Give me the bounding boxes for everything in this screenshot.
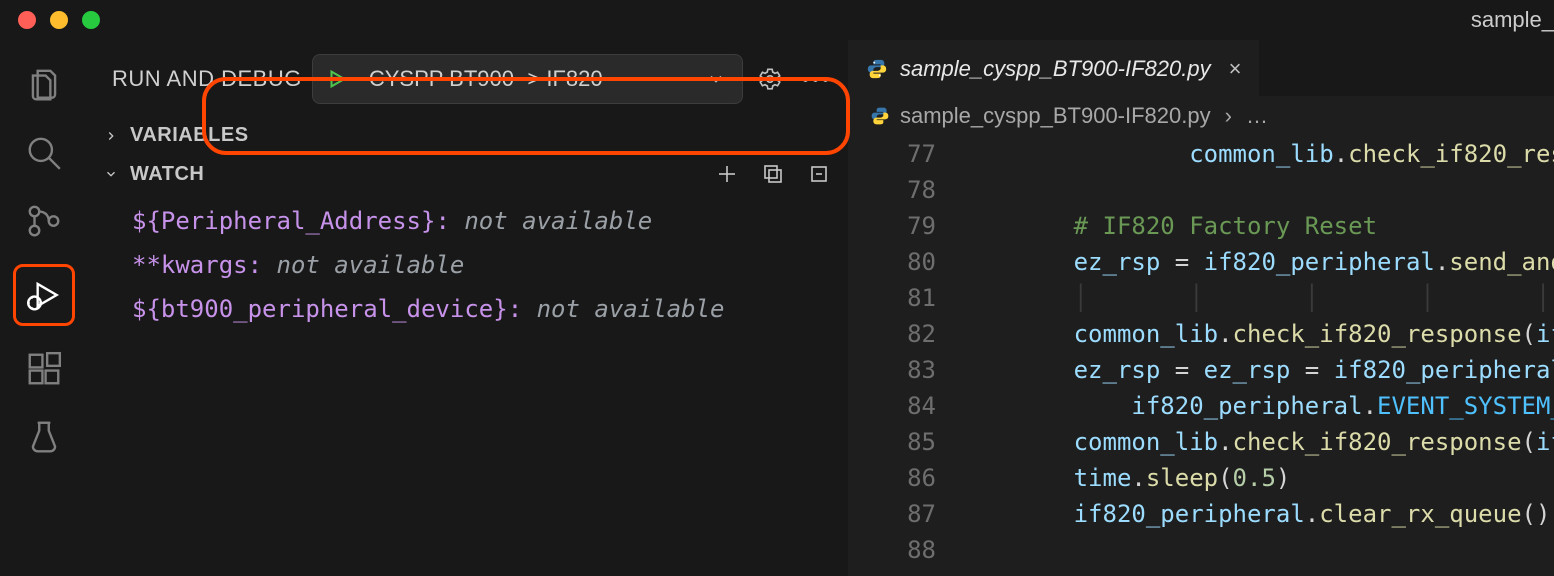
code-content[interactable]: common_lib.check_if820_response(if82 # I… xyxy=(958,136,1554,576)
watch-section-header[interactable]: WATCH xyxy=(88,153,848,195)
debug-config-selector[interactable]: CYSPP BT900 -> IF820 xyxy=(312,54,743,104)
run-debug-title: RUN AND DEBUG xyxy=(112,66,302,92)
extensions-icon[interactable] xyxy=(19,344,69,394)
tab-active[interactable]: sample_cyspp_BT900-IF820.py × xyxy=(848,40,1259,96)
window-title: sample_ xyxy=(1471,7,1554,33)
source-control-icon[interactable] xyxy=(19,196,69,246)
breadcrumb-more: … xyxy=(1246,103,1268,129)
gear-icon[interactable] xyxy=(753,62,787,96)
close-tab-icon[interactable]: × xyxy=(1229,56,1242,82)
activity-bar xyxy=(0,40,88,576)
minimize-window-icon[interactable] xyxy=(50,11,68,29)
watch-label: WATCH xyxy=(130,163,204,186)
chevron-down-icon xyxy=(102,165,120,183)
run-debug-panel: RUN AND DEBUG CYSPP BT900 -> IF820 xyxy=(88,40,848,576)
close-window-icon[interactable] xyxy=(18,11,36,29)
line-gutter: 777879808182838485868788 xyxy=(848,136,958,576)
chevron-down-icon[interactable] xyxy=(690,69,742,89)
watch-item[interactable]: ${Peripheral_Address}: not available xyxy=(132,199,848,243)
start-debug-button[interactable] xyxy=(313,68,361,90)
breadcrumb[interactable]: sample_cyspp_BT900-IF820.py › … xyxy=(848,96,1554,136)
run-debug-icon[interactable] xyxy=(13,264,75,326)
maximize-window-icon[interactable] xyxy=(82,11,100,29)
editor-area: sample_cyspp_BT900-IF820.py × sample_cys… xyxy=(848,40,1554,576)
title-bar: sample_ xyxy=(0,0,1554,40)
breadcrumb-file: sample_cyspp_BT900-IF820.py xyxy=(900,103,1211,129)
tab-filename: sample_cyspp_BT900-IF820.py xyxy=(900,56,1211,82)
variables-section-header[interactable]: VARIABLES xyxy=(88,118,848,153)
chevron-right-icon xyxy=(102,127,120,145)
search-icon[interactable] xyxy=(19,128,69,178)
testing-icon[interactable] xyxy=(19,412,69,462)
watch-list: ${Peripheral_Address}: not available**kw… xyxy=(88,195,848,331)
add-expression-icon[interactable] xyxy=(712,159,742,189)
debug-config-name: CYSPP BT900 -> IF820 xyxy=(361,66,690,92)
collapse-all-icon[interactable] xyxy=(758,159,788,189)
more-actions-icon[interactable] xyxy=(797,77,834,82)
python-file-icon xyxy=(870,106,890,126)
chevron-right-icon: › xyxy=(1225,103,1232,129)
remove-all-icon[interactable] xyxy=(804,159,834,189)
watch-item[interactable]: **kwargs: not available xyxy=(132,243,848,287)
editor-tabs: sample_cyspp_BT900-IF820.py × xyxy=(848,40,1554,96)
code-editor[interactable]: 777879808182838485868788 common_lib.chec… xyxy=(848,136,1554,576)
explorer-icon[interactable] xyxy=(19,60,69,110)
watch-item[interactable]: ${bt900_peripheral_device}: not availabl… xyxy=(132,287,848,331)
python-file-icon xyxy=(866,58,888,80)
variables-label: VARIABLES xyxy=(130,124,249,147)
